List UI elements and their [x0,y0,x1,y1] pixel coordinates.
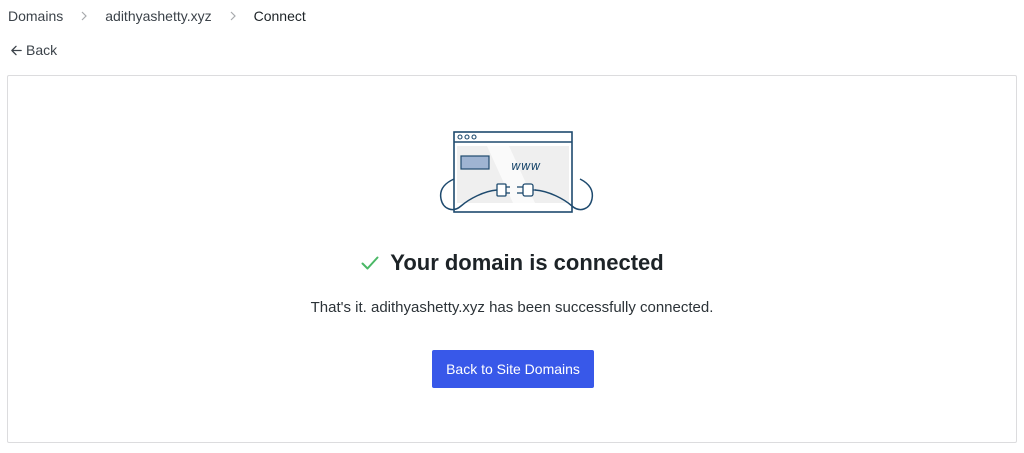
back-link[interactable]: Back [10,41,57,59]
www-label: www [511,159,541,173]
arrow-left-icon [10,44,23,57]
title-text: Your domain is connected [390,250,664,275]
browser-plug-illustration: www [439,129,599,221]
checkmark-icon [360,253,380,273]
success-description: That's it. adithyashetty.xyz has been su… [310,299,714,316]
back-label: Back [26,42,58,58]
chevron-right-icon [63,7,105,25]
page-title: Your domain is connected [8,249,1016,277]
domain-connected-card: www Your domain is connected That's it. … [7,75,1017,443]
breadcrumb: Domains adithyashetty.xyz Connect [8,7,306,25]
breadcrumb-item-domains[interactable]: Domains [8,7,63,25]
back-to-site-domains-button[interactable]: Back to Site Domains [432,350,594,388]
breadcrumb-item-current: Connect [253,8,306,24]
chevron-right-icon [212,7,254,25]
breadcrumb-item-domain[interactable]: adithyashetty.xyz [105,7,211,25]
